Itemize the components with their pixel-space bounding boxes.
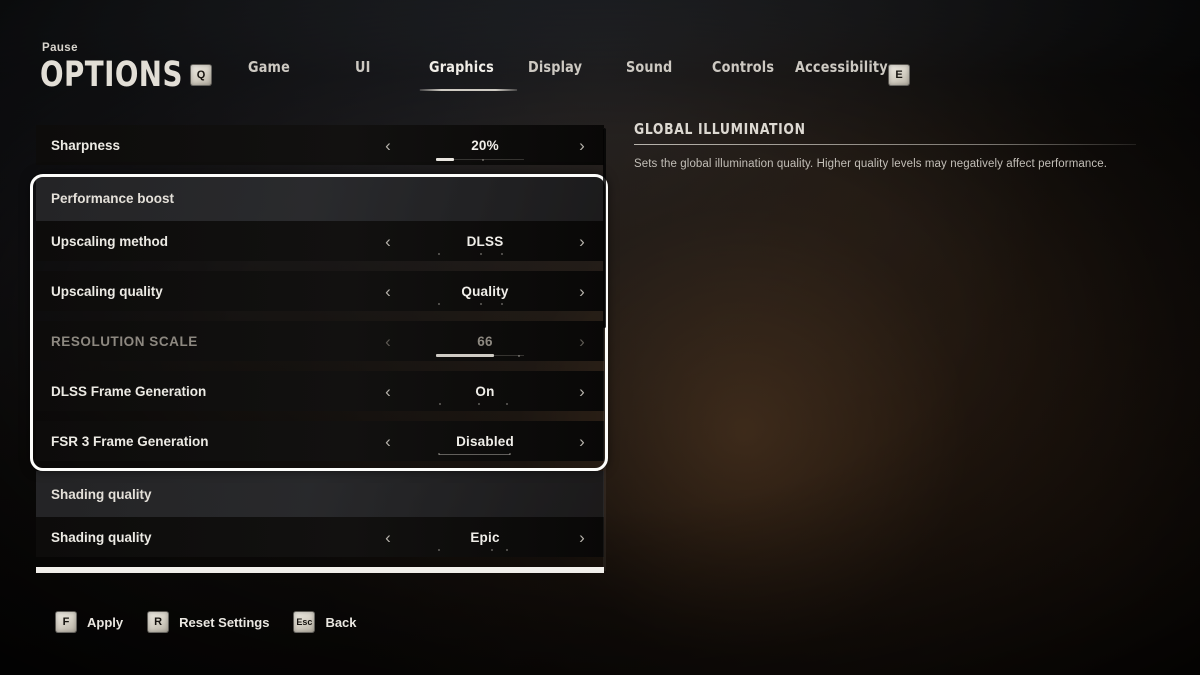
footer-action-back[interactable]: Esc Back [293,611,357,633]
setting-slider[interactable] [436,354,524,357]
setting-row-sharpness[interactable]: Sharpness ‹ 20% › [36,125,604,165]
setting-label: Upscaling method [51,233,169,249]
decrement-arrow-icon[interactable]: ‹ [378,283,398,300]
setting-row-resolution-scale[interactable]: RESOLUTION SCALE ‹ 66 › [36,321,604,361]
increment-arrow-icon[interactable]: › [572,333,592,350]
group-heading-shading-quality: Shading quality [36,471,604,517]
info-panel-divider [634,144,1136,145]
setting-row-dlss-frame-generation[interactable]: DLSS Frame Generation ‹ On › [36,371,604,411]
setting-step-indicator [436,403,524,406]
setting-value: Quality [461,283,509,299]
increment-arrow-icon[interactable]: › [572,529,592,546]
decrement-arrow-icon[interactable]: ‹ [378,383,398,400]
increment-arrow-icon[interactable]: › [572,433,592,450]
group-heading-performance-boost: Performance boost [36,175,604,221]
tab-display[interactable]: Display [528,58,582,79]
key-esc-icon: Esc [293,611,316,633]
setting-value: On [475,383,495,399]
increment-arrow-icon[interactable]: › [572,233,592,250]
options-screen: Pause OPTIONS Q E Game UI Graphics Displ… [0,0,1200,675]
info-panel-title: GLOBAL ILLUMINATION [634,120,806,138]
tab-controls[interactable]: Controls [712,58,774,79]
setting-row-upscaling-quality[interactable]: Upscaling quality ‹ Quality › [36,271,604,311]
footer-action-reset-settings[interactable]: R Reset Settings [147,611,269,633]
increment-arrow-icon[interactable]: › [572,383,592,400]
setting-label: Sharpness [51,137,121,153]
setting-value: DLSS [466,233,504,249]
info-panel: GLOBAL ILLUMINATION Sets the global illu… [634,120,1136,172]
setting-label: RESOLUTION SCALE [51,333,198,349]
setting-row-fsr3-frame-generation[interactable]: FSR 3 Frame Generation ‹ Disabled › [36,421,604,461]
settings-scrollbar-thumb[interactable] [603,128,606,328]
prev-tab-key-q[interactable]: Q [190,64,212,86]
setting-value: Epic [470,529,500,545]
key-r-icon: R [147,611,170,633]
setting-slider[interactable] [436,158,524,161]
setting-row-shading-quality[interactable]: Shading quality ‹ Epic › [36,517,604,557]
footer-action-label: Back [325,614,357,630]
footer-action-label: Apply [87,614,124,630]
increment-arrow-icon[interactable]: › [572,137,592,154]
increment-arrow-icon[interactable]: › [572,283,592,300]
footer-action-apply[interactable]: F Apply [55,611,123,633]
tab-sound[interactable]: Sound [626,58,672,79]
footer-action-label: Reset Settings [179,614,270,630]
pause-eyebrow: Pause [42,42,78,54]
info-panel-description: Sets the global illumination quality. Hi… [634,158,1108,170]
decrement-arrow-icon[interactable]: ‹ [378,433,398,450]
next-tab-key-e[interactable]: E [888,64,910,86]
key-f-icon: F [55,611,77,633]
settings-list[interactable]: Sharpness ‹ 20% › Performance boost Upsc… [36,125,604,573]
setting-row-highlighted[interactable] [36,567,604,573]
decrement-arrow-icon[interactable]: ‹ [378,333,398,350]
setting-value: Disabled [456,433,514,449]
header: Pause OPTIONS Q E Game UI Graphics Displ… [0,0,1200,110]
tab-accessibility[interactable]: Accessibility [795,58,888,79]
decrement-arrow-icon[interactable]: ‹ [378,137,398,154]
setting-value: 66 [477,333,493,349]
tab-game[interactable]: Game [248,58,290,79]
footer-hints: F Apply R Reset Settings Esc Back [55,611,381,633]
page-title: OPTIONS [40,55,183,95]
setting-row-upscaling-method[interactable]: Upscaling method ‹ DLSS › [36,221,604,261]
decrement-arrow-icon[interactable]: ‹ [378,233,398,250]
setting-label: FSR 3 Frame Generation [51,433,209,449]
setting-step-indicator [436,549,524,552]
setting-step-indicator [436,453,524,456]
setting-label: Upscaling quality [51,283,163,299]
setting-step-indicator [436,253,524,256]
setting-value: 20% [471,137,499,153]
setting-label: Shading quality [51,529,152,545]
decrement-arrow-icon[interactable]: ‹ [378,529,398,546]
tab-ui[interactable]: UI [355,58,371,79]
setting-label: DLSS Frame Generation [51,383,207,399]
setting-step-indicator [436,303,524,306]
tab-graphics[interactable]: Graphics [429,58,494,79]
